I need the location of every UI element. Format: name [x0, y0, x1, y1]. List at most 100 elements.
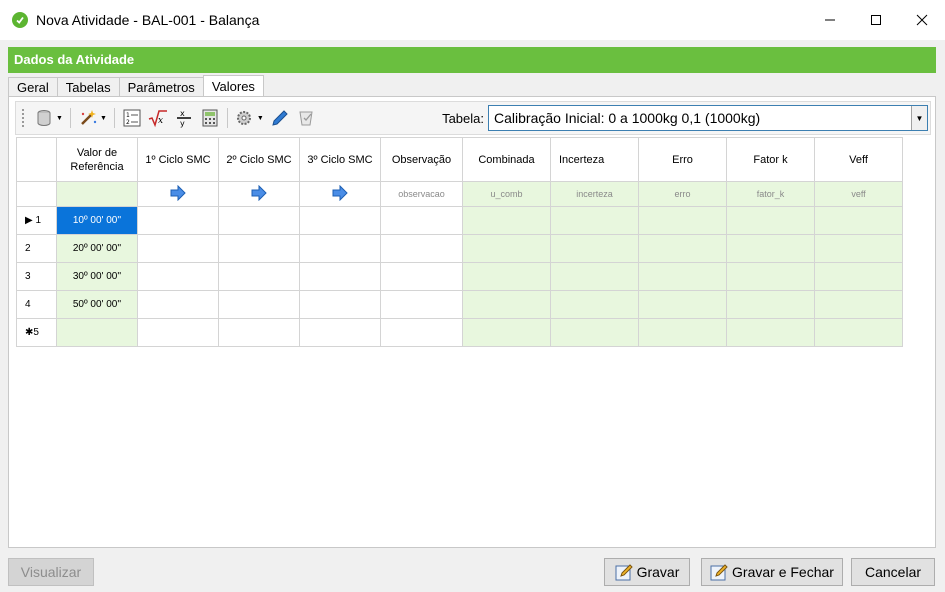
cell-ref[interactable]: 10º 00' 00'' — [56, 206, 138, 235]
cell-c3[interactable] — [299, 318, 381, 347]
magic-wand-button[interactable]: ▼ — [75, 106, 110, 130]
header-incerteza[interactable]: Incerteza — [550, 137, 639, 182]
cell-veff — [814, 318, 903, 347]
divide-button[interactable]: x y — [171, 106, 197, 130]
cell-c3[interactable] — [299, 234, 381, 263]
header-ciclo-1[interactable]: 1º Ciclo SMC — [137, 137, 219, 182]
arrow-right-icon — [251, 184, 267, 202]
cell-obs[interactable] — [380, 318, 463, 347]
cell-c1[interactable] — [137, 290, 219, 319]
row-header[interactable]: ✱5 — [16, 318, 57, 347]
cell-comb — [462, 318, 551, 347]
maximize-button[interactable] — [853, 0, 899, 40]
cell-ref[interactable]: 50º 00' 00'' — [56, 290, 138, 319]
svg-text:1: 1 — [126, 112, 130, 119]
gravar-button[interactable]: Gravar — [604, 558, 690, 586]
cycle-2-arrow-button[interactable] — [218, 181, 300, 207]
cell-obs[interactable] — [380, 206, 463, 235]
tab-valores[interactable]: Valores — [202, 75, 264, 97]
cell-c3[interactable] — [299, 290, 381, 319]
cycle-3-arrow-button[interactable] — [299, 181, 381, 207]
numbered-list-icon: 1 2 — [123, 109, 141, 127]
cell-c1[interactable] — [137, 318, 219, 347]
cell-c2[interactable] — [218, 290, 300, 319]
edit-pencil-icon — [272, 110, 288, 126]
clipboard-button[interactable] — [293, 106, 319, 130]
database-button[interactable]: ▼ — [31, 106, 66, 130]
cell-c3[interactable] — [299, 206, 381, 235]
cell-ref[interactable]: 30º 00' 00'' — [56, 262, 138, 291]
header-combinada[interactable]: Combinada — [462, 137, 551, 182]
settings-button[interactable]: ▼ — [232, 106, 267, 130]
cell-ref[interactable] — [56, 318, 138, 347]
cell-c3[interactable] — [299, 262, 381, 291]
row-header[interactable]: ▶ 1 — [16, 206, 57, 235]
row-header[interactable]: 3 — [16, 262, 57, 291]
cycle-1-arrow-button[interactable] — [137, 181, 219, 207]
table-row-new[interactable]: ✱5 — [16, 318, 903, 347]
header-ciclo-3[interactable]: 3º Ciclo SMC — [299, 137, 381, 182]
row-header[interactable]: 2 — [16, 234, 57, 263]
cell-obs[interactable] — [380, 234, 463, 263]
formula-button[interactable]: x — [145, 106, 171, 130]
tab-tabelas[interactable]: Tabelas — [56, 77, 120, 97]
svg-text:x: x — [180, 109, 185, 118]
cell-fk — [726, 234, 815, 263]
header-ciclo-2[interactable]: 2º Ciclo SMC — [218, 137, 300, 182]
cell-c2[interactable] — [218, 262, 300, 291]
format-cell-fk: fator_k — [726, 181, 815, 207]
minimize-icon — [825, 19, 835, 21]
row-header — [16, 181, 57, 207]
table-row[interactable]: 2 20º 00' 00'' — [16, 234, 903, 263]
cell-c1[interactable] — [137, 206, 219, 235]
format-cell-ref — [56, 181, 138, 207]
cell-c1[interactable] — [137, 262, 219, 291]
numbered-list-button[interactable]: 1 2 — [119, 106, 145, 130]
header-valor-referencia[interactable]: Valor de Referência — [56, 137, 138, 182]
cell-c2[interactable] — [218, 206, 300, 235]
toolbar-grip[interactable] — [22, 109, 25, 127]
header-erro[interactable]: Erro — [638, 137, 727, 182]
calculator-button[interactable] — [197, 106, 223, 130]
header-observacao[interactable]: Observação — [380, 137, 463, 182]
cell-c1[interactable] — [137, 234, 219, 263]
format-cell-veff: veff — [814, 181, 903, 207]
format-cell-comb: u_comb — [462, 181, 551, 207]
cell-comb — [462, 206, 551, 235]
table-row[interactable]: 3 30º 00' 00'' — [16, 262, 903, 291]
cell-fk — [726, 290, 815, 319]
tab-parametros[interactable]: Parâmetros — [118, 77, 204, 97]
save-icon — [615, 564, 633, 581]
row-header[interactable]: 4 — [16, 290, 57, 319]
row-number: 2 — [25, 243, 31, 254]
cell-obs[interactable] — [380, 262, 463, 291]
cell-comb — [462, 234, 551, 263]
cell-c2[interactable] — [218, 318, 300, 347]
window-title: Nova Atividade - BAL-001 - Balança — [36, 12, 260, 28]
cell-inc — [550, 234, 639, 263]
format-cell-inc: incerteza — [550, 181, 639, 207]
gravar-e-fechar-label: Gravar e Fechar — [732, 564, 834, 580]
cancelar-button[interactable]: Cancelar — [851, 558, 935, 586]
cell-fk — [726, 262, 815, 291]
table-row[interactable]: 4 50º 00' 00'' — [16, 290, 903, 319]
edit-button[interactable] — [267, 106, 293, 130]
cell-comb — [462, 262, 551, 291]
tab-geral[interactable]: Geral — [8, 77, 58, 97]
visualizar-button[interactable]: Visualizar — [8, 558, 94, 586]
cell-inc — [550, 262, 639, 291]
header-fator-k[interactable]: Fator k — [726, 137, 815, 182]
cell-erro — [638, 206, 727, 235]
header-veff[interactable]: Veff — [814, 137, 903, 182]
close-button[interactable] — [899, 0, 945, 40]
cell-obs[interactable] — [380, 290, 463, 319]
gravar-e-fechar-button[interactable]: Gravar e Fechar — [701, 558, 843, 586]
divide-icon: x y — [176, 109, 191, 128]
cell-c2[interactable] — [218, 234, 300, 263]
tabela-select[interactable]: Calibração Inicial: 0 a 1000kg 0,1 (1000… — [488, 105, 928, 131]
format-cell-obs: observacao — [380, 181, 463, 207]
chevron-down-icon[interactable]: ▼ — [911, 106, 927, 130]
table-row[interactable]: ▶ 1 10º 00' 00'' — [16, 206, 903, 235]
cell-ref[interactable]: 20º 00' 00'' — [56, 234, 138, 263]
minimize-button[interactable] — [807, 0, 853, 40]
